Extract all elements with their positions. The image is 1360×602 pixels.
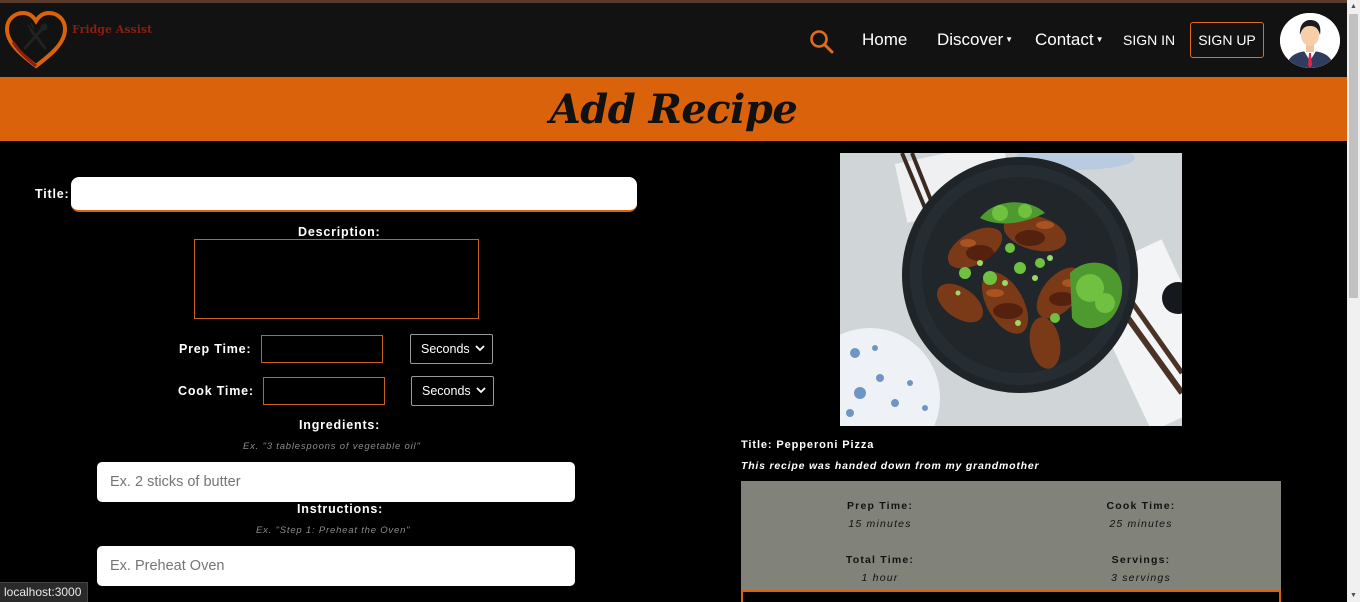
preview-servings-value: 3 servings xyxy=(1111,572,1171,584)
navbar: Fridge Assist Home Discover ▼ Contact ▼ SI… xyxy=(0,3,1347,77)
scroll-up-icon[interactable]: ▲ xyxy=(1347,0,1360,13)
preview-cook-time-label: Cook Time: xyxy=(1106,500,1176,512)
preview-prep-time-value: 15 minutes xyxy=(848,518,912,530)
prep-time-input[interactable] xyxy=(261,335,383,363)
description-textarea[interactable] xyxy=(194,239,479,319)
preview-cook-time-value: 25 minutes xyxy=(1109,518,1173,530)
caret-down-icon: ▼ xyxy=(1095,35,1104,44)
nav-contact-dropdown[interactable]: Contact ▼ xyxy=(1035,30,1104,50)
status-bar-url: localhost:3000 xyxy=(0,582,89,602)
nav-home-link[interactable]: Home xyxy=(862,30,907,50)
sign-up-button[interactable]: SIGN UP xyxy=(1190,22,1264,58)
title-input[interactable] xyxy=(71,177,637,212)
preview-next-section xyxy=(741,590,1281,602)
title-label: Title: xyxy=(35,187,70,201)
preview-title: Title: Pepperoni Pizza xyxy=(741,439,875,451)
cook-time-unit-select[interactable]: Seconds xyxy=(411,376,494,406)
recipe-image xyxy=(840,153,1182,426)
nav-discover-dropdown[interactable]: Discover ▼ xyxy=(937,30,1013,50)
ingredient-input[interactable] xyxy=(97,462,575,502)
caret-down-icon: ▼ xyxy=(1005,35,1014,44)
cook-time-label: Cook Time: xyxy=(178,384,254,398)
sign-in-link[interactable]: SIGN IN xyxy=(1123,32,1175,48)
preview-description: This recipe was handed down from my gran… xyxy=(741,460,1040,472)
scroll-down-icon[interactable]: ▼ xyxy=(1347,589,1360,602)
instructions-label: Instructions: xyxy=(297,502,384,516)
nav-discover-label: Discover xyxy=(937,30,1004,49)
logo-icon[interactable] xyxy=(3,10,69,70)
preview-stats-panel: Prep Time: 15 minutes Cook Time: 25 minu… xyxy=(741,481,1281,602)
chevron-down-icon xyxy=(475,345,485,352)
prep-time-unit-select[interactable]: Seconds xyxy=(410,334,493,364)
nav-home-label: Home xyxy=(862,30,908,49)
cook-time-unit-value: Seconds xyxy=(422,384,471,398)
preview-total-time-value: 1 hour xyxy=(861,572,899,584)
page-scrollbar[interactable]: ▲ ▼ xyxy=(1347,0,1360,602)
cook-time-input[interactable] xyxy=(263,377,385,405)
user-avatar-icon[interactable] xyxy=(1280,13,1340,68)
chevron-down-icon xyxy=(476,387,486,394)
preview-total-time-label: Total Time: xyxy=(845,554,915,566)
prep-time-unit-value: Seconds xyxy=(421,342,470,356)
ingredients-label: Ingredients: xyxy=(299,418,381,432)
prep-time-label: Prep Time: xyxy=(179,342,252,356)
nav-contact-label: Contact xyxy=(1035,30,1094,49)
ingredients-hint: Ex. "3 tablespoons of vegetable oil" xyxy=(243,441,421,452)
page-title: Add Recipe xyxy=(549,85,798,133)
page-banner: Add Recipe xyxy=(0,77,1347,141)
instructions-hint: Ex. "Step 1: Preheat the Oven" xyxy=(256,525,411,536)
brand-name: Fridge Assist xyxy=(72,23,153,36)
preview-prep-time-label: Prep Time: xyxy=(846,500,914,512)
scrollbar-thumb[interactable] xyxy=(1349,14,1358,298)
preview-servings-label: Servings: xyxy=(1111,554,1171,566)
instruction-input[interactable] xyxy=(97,546,575,586)
description-label: Description: xyxy=(298,225,381,239)
search-icon[interactable] xyxy=(809,29,835,55)
